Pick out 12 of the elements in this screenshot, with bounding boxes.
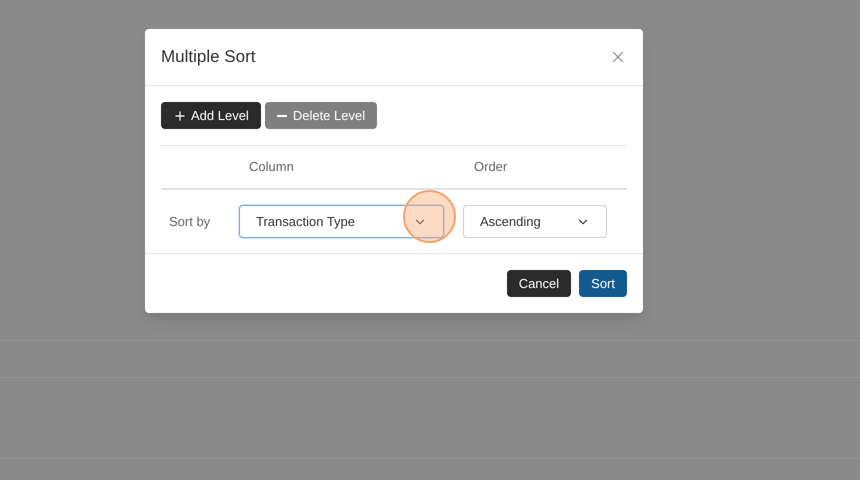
column-header: Order — [474, 158, 508, 176]
column-header: Column — [249, 158, 295, 176]
dialog-title: Multiple Sort — [161, 46, 256, 68]
add-level-button[interactable]: Add Level — [161, 102, 261, 129]
row-label: Sort by — [168, 212, 212, 231]
click-marker — [403, 190, 456, 243]
cancel-button[interactable]: Cancel — [506, 270, 572, 297]
sort-button[interactable]: Sort — [579, 270, 627, 297]
plus-icon — [173, 108, 187, 122]
order-select[interactable]: Ascending — [463, 205, 607, 238]
column-select[interactable]: Transaction Type — [239, 205, 444, 238]
minus-icon — [276, 114, 287, 116]
